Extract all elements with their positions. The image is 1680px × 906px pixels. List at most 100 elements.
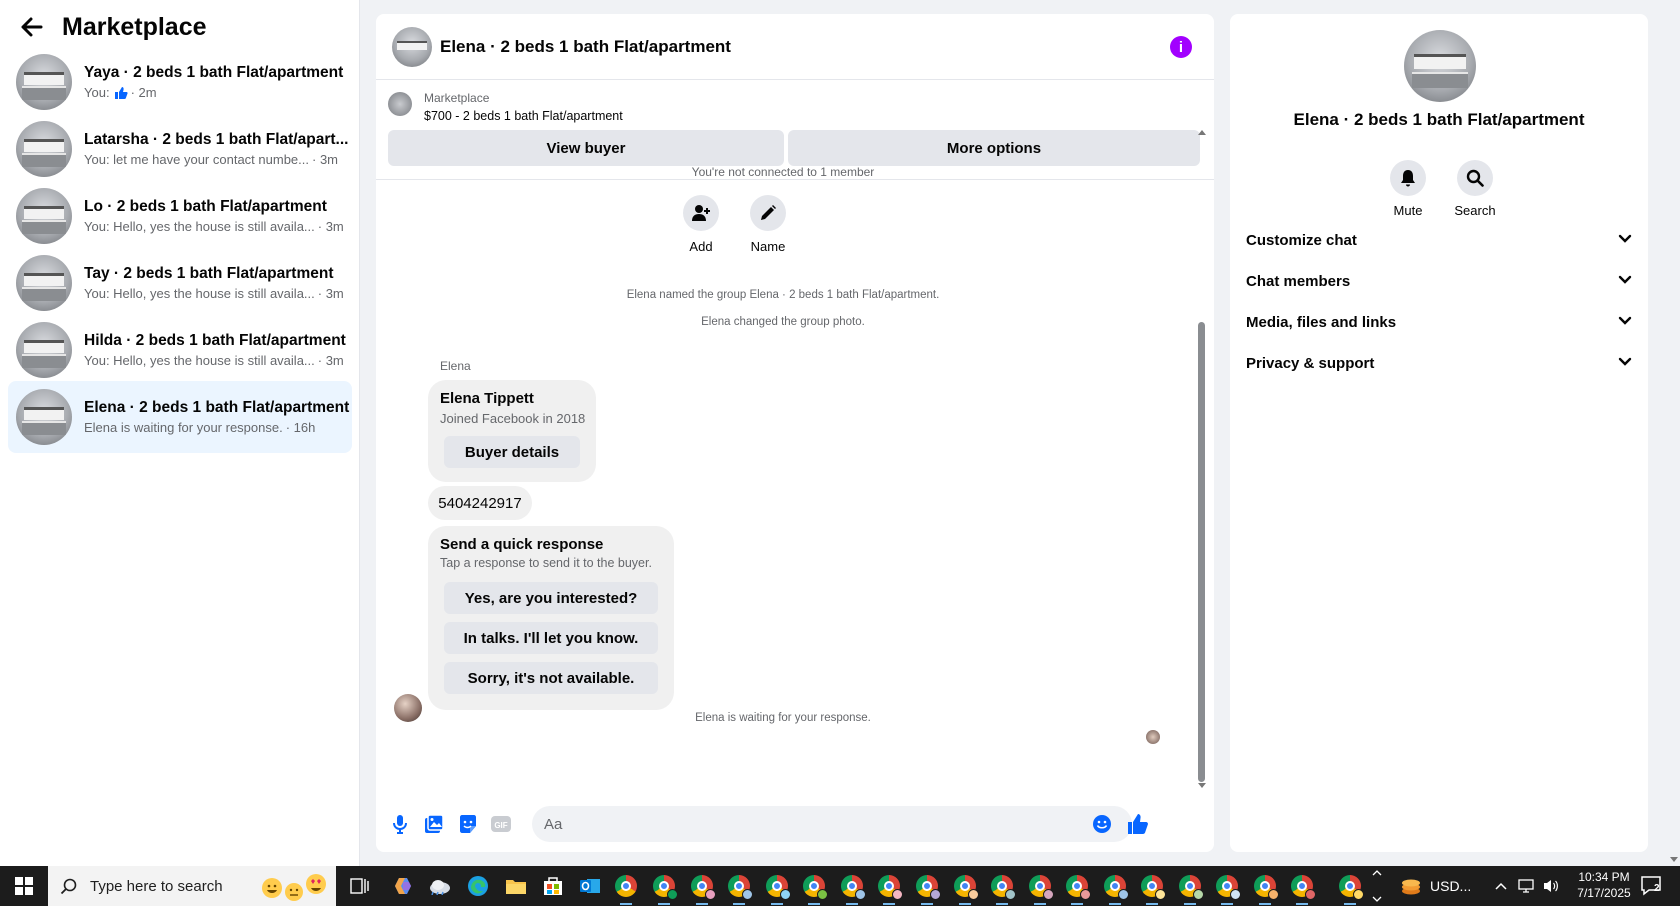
file-explorer-icon[interactable] xyxy=(502,872,530,900)
sticker-icon[interactable] xyxy=(456,812,480,836)
group-named-event: Elena named the group Elena · 2 beds 1 b… xyxy=(626,289,940,301)
chrome-icon[interactable] xyxy=(612,872,640,905)
back-arrow-icon[interactable] xyxy=(20,15,44,39)
message-input[interactable] xyxy=(532,806,1132,842)
taskbar-overflow-scroller[interactable] xyxy=(1372,866,1384,906)
group-photo[interactable] xyxy=(1404,30,1476,102)
conversation-preview: You: let me have your contact numbe... xyxy=(84,152,309,167)
taskbar-search-box[interactable]: Type here to search xyxy=(48,866,336,906)
chrome-profile-icon[interactable] xyxy=(1336,872,1364,905)
chrome-profile-icon[interactable] xyxy=(1063,872,1091,905)
search-icon[interactable] xyxy=(1457,160,1493,196)
chrome-profile-icon[interactable] xyxy=(800,872,828,905)
chrome-profile-icon[interactable] xyxy=(1101,872,1129,905)
search-action[interactable]: Search xyxy=(1443,160,1507,218)
scroll-thumb[interactable] xyxy=(1198,322,1205,782)
currency-widget[interactable]: USD... xyxy=(1400,872,1471,900)
edge-browser-icon[interactable] xyxy=(464,872,492,900)
media-files-links-section[interactable]: Media, files and links xyxy=(1246,302,1632,342)
phone-message-bubble[interactable]: 5404242917 xyxy=(428,486,532,520)
chrome-profile-icon[interactable] xyxy=(1251,872,1279,905)
gif-icon[interactable]: GIF xyxy=(489,812,513,836)
notification-center-icon[interactable]: 2 xyxy=(1640,875,1670,899)
emoji-icon[interactable] xyxy=(1090,812,1114,836)
currency-coin-icon xyxy=(1400,876,1422,896)
chat-header: Elena · 2 beds 1 bath Flat/apartment i xyxy=(376,14,1214,80)
like-thumb-icon[interactable] xyxy=(1126,812,1150,836)
scroll-down-arrow-icon[interactable] xyxy=(1198,783,1206,788)
conversation-item-hilda[interactable]: Hilda · 2 beds 1 bath Flat/apartment You… xyxy=(8,314,352,386)
name-group-action[interactable]: Name xyxy=(738,195,798,254)
show-hidden-icons-chevron-icon[interactable] xyxy=(1494,877,1508,900)
conversation-sidebar: Marketplace Yaya · 2 beds 1 bath Flat/ap… xyxy=(0,0,360,866)
quick-response-card: Send a quick response Tap a response to … xyxy=(428,526,674,710)
quick-reply-not-available-button[interactable]: Sorry, it's not available. xyxy=(444,662,658,694)
chrome-profile-icon[interactable] xyxy=(1026,872,1054,905)
add-person-icon[interactable] xyxy=(683,195,719,231)
chrome-profile-icon[interactable] xyxy=(988,872,1016,905)
bell-icon[interactable] xyxy=(1390,160,1426,196)
chrome-profile-icon[interactable] xyxy=(1213,872,1241,905)
microphone-icon[interactable] xyxy=(388,812,412,836)
quick-response-heading: Send a quick response xyxy=(440,536,604,553)
chrome-profile-icon[interactable] xyxy=(838,872,866,905)
photo-icon[interactable] xyxy=(422,812,446,836)
copilot-icon[interactable] xyxy=(390,872,418,900)
view-buyer-button[interactable]: View buyer xyxy=(388,130,784,166)
chrome-profile-icon[interactable] xyxy=(951,872,979,905)
quick-reply-interested-button[interactable]: Yes, are you interested? xyxy=(444,582,658,614)
emoji-search-highlight-icon[interactable] xyxy=(258,870,330,902)
outlook-icon[interactable] xyxy=(576,872,604,900)
more-options-button[interactable]: More options xyxy=(788,130,1200,166)
chrome-profile-icon[interactable] xyxy=(1288,872,1316,905)
windows-start-icon[interactable] xyxy=(0,866,48,906)
privacy-support-section[interactable]: Privacy & support xyxy=(1246,343,1632,383)
chrome-profile-icon[interactable] xyxy=(875,872,903,905)
pencil-icon[interactable] xyxy=(750,195,786,231)
chrome-profile-icon[interactable] xyxy=(1176,872,1204,905)
page-scrollbar[interactable] xyxy=(1668,0,1680,866)
chrome-profile-icon[interactable] xyxy=(763,872,791,905)
conversation-name: Latarsha · 2 beds 1 bath Flat/apart... xyxy=(84,131,349,148)
add-label: Add xyxy=(689,239,713,254)
mute-label: Mute xyxy=(1393,203,1423,218)
currency-widget-label: USD... xyxy=(1430,878,1472,894)
chevron-down-icon xyxy=(1618,354,1632,372)
listing-thumbnail xyxy=(16,255,72,311)
scroll-up-arrow-icon[interactable] xyxy=(1198,130,1206,135)
add-member-action[interactable]: Add xyxy=(671,195,731,254)
conversation-item-latarsha[interactable]: Latarsha · 2 beds 1 bath Flat/apart... Y… xyxy=(8,113,352,185)
chrome-profile-icon[interactable] xyxy=(913,872,941,905)
quick-reply-in-talks-button[interactable]: In talks. I'll let you know. xyxy=(444,622,658,654)
task-view-icon[interactable] xyxy=(346,872,374,900)
chat-title[interactable]: Elena · 2 beds 1 bath Flat/apartment xyxy=(440,37,731,57)
conversation-item-elena[interactable]: Elena · 2 beds 1 bath Flat/apartment Ele… xyxy=(8,381,352,453)
chrome-profile-icon[interactable] xyxy=(650,872,678,905)
listing-price-title[interactable]: $700 - 2 beds 1 bath Flat/apartment xyxy=(424,109,623,123)
conversation-item-tay[interactable]: Tay · 2 beds 1 bath Flat/apartment You: … xyxy=(8,247,352,319)
taskbar-search-placeholder: Type here to search xyxy=(90,877,223,895)
buyer-details-button[interactable]: Buyer details xyxy=(444,436,580,468)
waiting-note: Elena is waiting for your response. xyxy=(695,712,871,724)
search-label: Search xyxy=(1454,203,1496,218)
weather-widget-icon[interactable] xyxy=(426,872,454,900)
group-avatar[interactable] xyxy=(392,26,432,67)
customize-chat-section[interactable]: Customize chat xyxy=(1246,220,1632,260)
conversation-item-lo[interactable]: Lo · 2 beds 1 bath Flat/apartment You: H… xyxy=(8,180,352,252)
conversation-time: · 3m xyxy=(317,219,344,234)
clock[interactable]: 10:34 PM 7/17/2025 xyxy=(1568,869,1640,901)
thread-scrollbar[interactable] xyxy=(1196,124,1208,792)
chrome-profile-icon[interactable] xyxy=(1138,872,1166,905)
listing-thumbnail xyxy=(388,92,412,116)
chrome-profile-icon[interactable] xyxy=(725,872,753,905)
network-icon[interactable] xyxy=(1518,878,1536,899)
microsoft-store-icon[interactable] xyxy=(539,872,567,900)
conversation-preview: You: Hello, yes the house is still avail… xyxy=(84,286,315,301)
chat-members-section[interactable]: Chat members xyxy=(1246,261,1632,301)
info-icon[interactable]: i xyxy=(1170,36,1192,58)
mute-action[interactable]: Mute xyxy=(1376,160,1440,218)
scroll-down-arrow-icon[interactable] xyxy=(1670,857,1678,862)
conversation-item-yaya[interactable]: Yaya · 2 beds 1 bath Flat/apartment You:… xyxy=(8,46,352,118)
chrome-profile-icon[interactable] xyxy=(688,872,716,905)
volume-icon[interactable] xyxy=(1542,878,1560,899)
